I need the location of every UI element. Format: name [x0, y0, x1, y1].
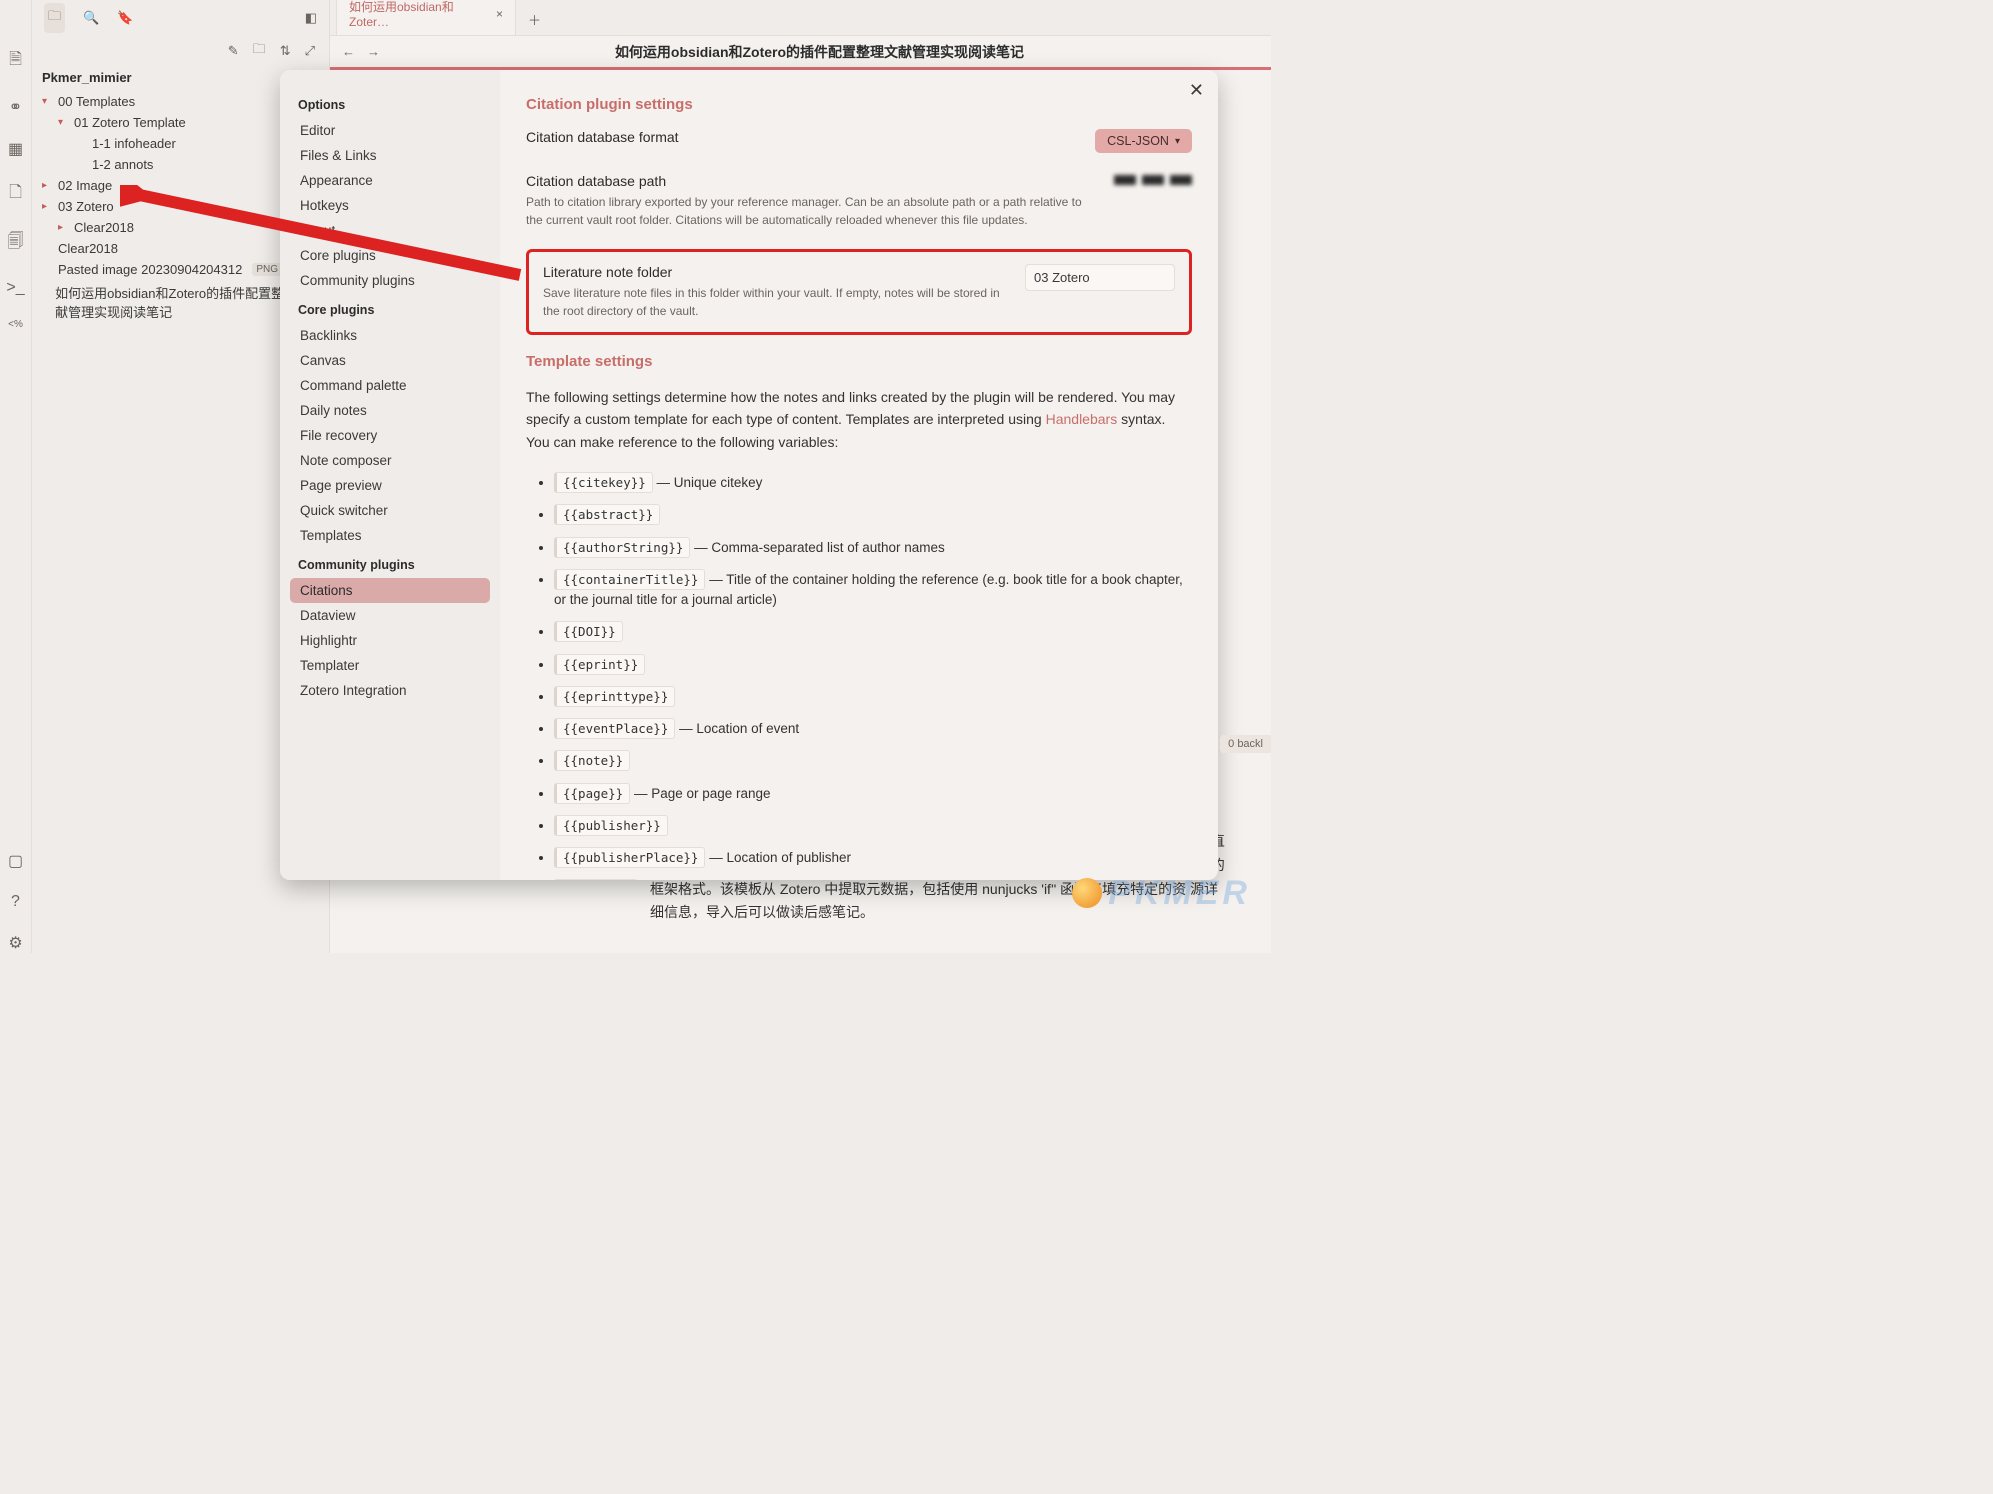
variable-desc: — Page or page range: [630, 786, 770, 801]
settings-nav-item[interactable]: Editor: [290, 118, 490, 143]
db-format-value: CSL-JSON: [1107, 134, 1169, 148]
lit-folder-title: Literature note folder: [543, 264, 1007, 280]
variable-code: {{note}}: [554, 750, 630, 771]
handlebars-link[interactable]: Handlebars: [1046, 411, 1118, 427]
settings-nav-item[interactable]: Canvas: [290, 348, 490, 373]
template-settings-heading: Template settings: [526, 353, 1192, 370]
settings-nav-item[interactable]: Command palette: [290, 373, 490, 398]
template-variable: {{eventPlace}} — Location of event: [554, 713, 1192, 745]
settings-nav-item[interactable]: Page preview: [290, 473, 490, 498]
settings-nav-item[interactable]: Templater: [290, 653, 490, 678]
template-variable: {{page}} — Page or page range: [554, 778, 1192, 810]
settings-nav-item[interactable]: Note composer: [290, 448, 490, 473]
template-variable: {{DOI}}: [554, 616, 1192, 648]
setting-db-format: Citation database format CSL-JSON ▾: [526, 129, 1192, 153]
lit-folder-desc: Save literature note files in this folde…: [543, 284, 1007, 320]
settings-nav-item[interactable]: Highlightr: [290, 628, 490, 653]
template-variable-list: {{citekey}} — Unique citekey {{abstract}}…: [526, 467, 1192, 880]
variable-code: {{publisher}}: [554, 815, 668, 836]
settings-nav-item[interactable]: Appearance: [290, 168, 490, 193]
settings-nav-item[interactable]: Community plugins: [290, 268, 490, 293]
template-variable: {{citekey}} — Unique citekey: [554, 467, 1192, 499]
db-path-desc: Path to citation library exported by you…: [526, 193, 1096, 229]
variable-desc: — Location of event: [675, 721, 799, 736]
settings-nav-item[interactable]: Hotkeys: [290, 193, 490, 218]
settings-nav-item[interactable]: Zotero Integration: [290, 678, 490, 703]
citation-settings-heading: Citation plugin settings: [526, 96, 1192, 113]
settings-nav-item[interactable]: Quick switcher: [290, 498, 490, 523]
db-path-value-redacted: [1114, 173, 1192, 185]
variable-code: {{title}}: [554, 879, 638, 880]
settings-nav: Options EditorFiles & LinksAppearanceHot…: [280, 70, 500, 880]
variable-desc: — Unique citekey: [653, 475, 763, 490]
settings-nav-item[interactable]: Templates: [290, 523, 490, 548]
nav-heading-options: Options: [290, 88, 490, 118]
template-variable: {{abstract}}: [554, 499, 1192, 531]
variable-desc: — Location of publisher: [705, 850, 851, 865]
variable-code: {{eprint}}: [554, 654, 645, 675]
settings-nav-item[interactable]: Core plugins: [290, 243, 490, 268]
variable-code: {{DOI}}: [554, 621, 623, 642]
variable-code: {{page}}: [554, 783, 630, 804]
db-format-select[interactable]: CSL-JSON ▾: [1095, 129, 1192, 153]
variable-code: {{authorString}}: [554, 537, 690, 558]
variable-code: {{abstract}}: [554, 504, 660, 525]
settings-modal: ✕ Options EditorFiles & LinksAppearanceH…: [280, 70, 1218, 880]
setting-lit-folder-highlighted: Literature note folder Save literature n…: [526, 249, 1192, 335]
template-variable: {{publisher}}: [554, 810, 1192, 842]
variable-desc: — Comma-separated list of author names: [690, 540, 944, 555]
settings-nav-item[interactable]: Dataview: [290, 603, 490, 628]
template-variable: {{eprint}}: [554, 649, 1192, 681]
template-desc: The following settings determine how the…: [526, 386, 1192, 453]
variable-code: {{containerTitle}}: [554, 569, 705, 590]
settings-nav-item[interactable]: Citations: [290, 578, 490, 603]
status-backlinks[interactable]: 0 backl: [1220, 735, 1271, 753]
db-format-title: Citation database format: [526, 129, 1077, 145]
settings-content: Citation plugin settings Citation databa…: [500, 70, 1218, 880]
lit-folder-input[interactable]: [1025, 264, 1175, 291]
settings-nav-item[interactable]: About: [290, 218, 490, 243]
settings-nav-item[interactable]: Daily notes: [290, 398, 490, 423]
settings-nav-item[interactable]: Files & Links: [290, 143, 490, 168]
setting-db-path: Citation database path Path to citation …: [526, 173, 1192, 229]
modal-backdrop: ✕ Options EditorFiles & LinksAppearanceH…: [0, 0, 1271, 953]
template-variable: {{authorString}} — Comma-separated list …: [554, 532, 1192, 564]
template-variable: {{title}}: [554, 874, 1192, 880]
settings-nav-item[interactable]: File recovery: [290, 423, 490, 448]
db-path-title: Citation database path: [526, 173, 1096, 189]
settings-nav-item[interactable]: Backlinks: [290, 323, 490, 348]
variable-code: {{publisherPlace}}: [554, 847, 705, 868]
variable-code: {{eventPlace}}: [554, 718, 675, 739]
template-variable: {{containerTitle}} — Title of the contai…: [554, 564, 1192, 617]
close-modal-icon[interactable]: ✕: [1189, 80, 1204, 101]
nav-heading-core: Core plugins: [290, 293, 490, 323]
template-variable: {{publisherPlace}} — Location of publish…: [554, 842, 1192, 874]
chevron-down-icon: ▾: [1175, 136, 1180, 147]
template-variable: {{eprinttype}}: [554, 681, 1192, 713]
variable-code: {{eprinttype}}: [554, 686, 675, 707]
nav-heading-community: Community plugins: [290, 548, 490, 578]
template-variable: {{note}}: [554, 745, 1192, 777]
variable-code: {{citekey}}: [554, 472, 653, 493]
